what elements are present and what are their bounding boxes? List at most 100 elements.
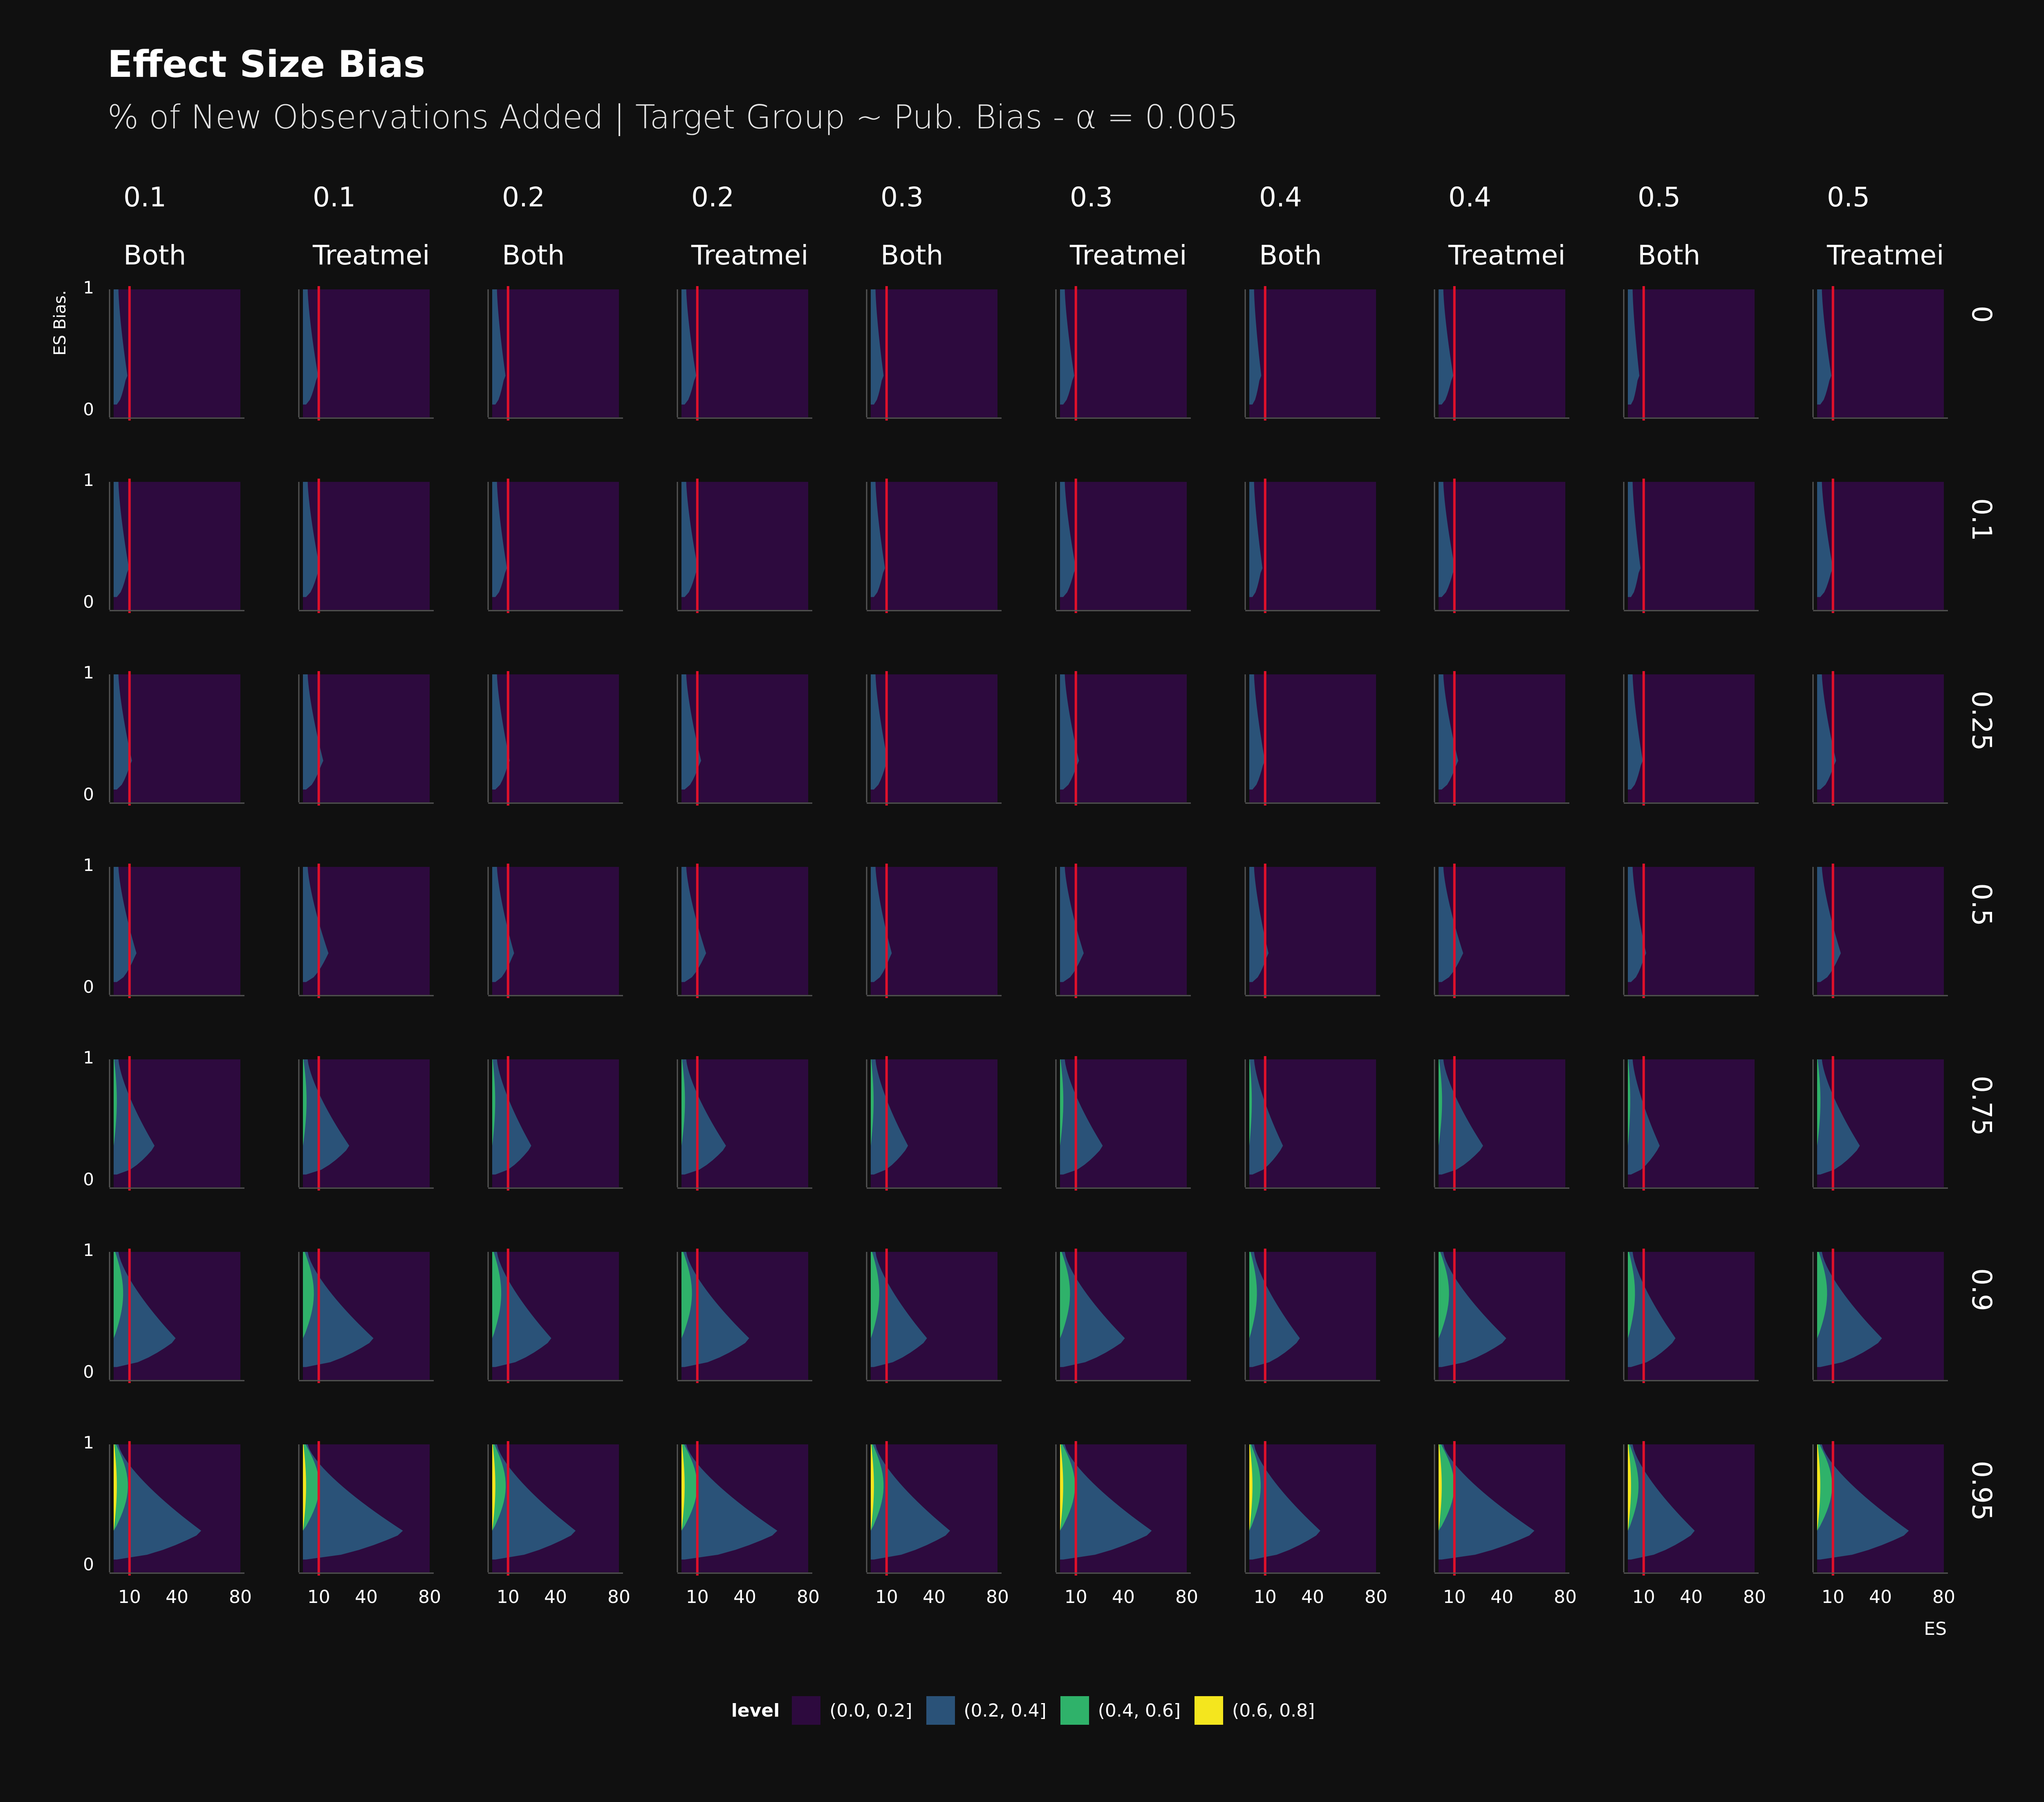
y-tick-label: 1 [83,1048,94,1068]
x-tick-label: 40 [1490,1587,1513,1607]
col-facet-top-label: 0.2 [502,181,545,213]
x-tick-label: 80 [229,1587,252,1607]
col-facet-top-label: 0.4 [1448,181,1491,213]
x-tick-label: 40 [355,1587,378,1607]
panel-background [492,867,619,995]
y-tick-label: 0 [83,1362,94,1382]
y-tick-label: 1 [83,855,94,875]
panel-background [871,674,997,802]
panel-background [1439,867,1565,995]
y-tick-label: 0 [83,399,94,419]
y-tick-label: 1 [83,470,94,490]
panel-background [681,482,808,610]
col-facet-bottom-label: Treatmei [312,240,430,271]
panel-background [681,867,808,995]
y-tick-label: 1 [83,1433,94,1453]
panel-background [492,482,619,610]
legend: level (0.0, 0.2] (0.2, 0.4] (0.4, 0.6] (… [0,1696,2044,1725]
legend-label-level-2: (0.2, 0.4] [964,1700,1047,1721]
legend-swatch-level-4 [1195,1696,1224,1725]
panel-background [871,867,997,995]
panel-background [492,289,619,417]
x-tick-label: 80 [986,1587,1009,1607]
x-tick-label: 10 [686,1587,709,1607]
panel-background [1628,289,1755,417]
x-tick-label: 40 [544,1587,567,1607]
facet-panels: 0.1Both1010101010101010 40 800.1Treatmei10… [83,181,1997,1607]
x-tick-label: 10 [118,1587,141,1607]
col-facet-bottom-label: Treatmei [1827,240,1944,271]
y-tick-label: 0 [83,1554,94,1574]
y-axis-label: ES Bias. [51,290,69,356]
row-facet-label: 0.1 [1966,498,1997,541]
panel-background [1628,674,1755,802]
panel-background [1439,674,1565,802]
x-tick-label: 10 [1254,1587,1277,1607]
col-facet-bottom-label: Both [1259,240,1322,271]
x-tick-label: 80 [1743,1587,1766,1607]
legend-item-level-4: (0.6, 0.8] [1195,1696,1315,1725]
panel-background [492,674,619,802]
x-tick-label: 10 [497,1587,520,1607]
x-tick-label: 40 [733,1587,756,1607]
legend-item-level-1: (0.0, 0.2] [792,1696,912,1725]
x-tick-label: 10 [1822,1587,1845,1607]
legend-label-level-1: (0.0, 0.2] [829,1700,912,1721]
panel-background [1817,482,1944,610]
panel-background [1439,289,1565,417]
col-facet-bottom-label: Both [123,240,186,271]
panel-background [1060,289,1187,417]
legend-item-level-3: (0.4, 0.6] [1060,1696,1181,1725]
panel-background [1817,674,1944,802]
x-tick-label: 80 [1932,1587,1955,1607]
x-tick-label: 10 [1065,1587,1087,1607]
panel-background [1817,289,1944,417]
panel-background [1628,482,1755,610]
row-facet-label: 0.95 [1966,1461,1997,1521]
legend-swatch-level-1 [792,1696,821,1725]
legend-swatch-level-2 [926,1696,955,1725]
y-tick-label: 0 [83,784,94,804]
panel-background [114,289,240,417]
panel-background [681,289,808,417]
col-facet-top-label: 0.1 [123,181,166,213]
col-facet-top-label: 0.5 [1638,181,1681,213]
row-facet-label: 0.25 [1966,691,1997,751]
legend-title: level [731,1700,780,1721]
panel-background [871,482,997,610]
legend-label-level-4: (0.6, 0.8] [1232,1700,1315,1721]
x-tick-label: 10 [307,1587,330,1607]
col-facet-top-label: 0.2 [691,181,734,213]
row-facet-label: 0.5 [1966,883,1997,926]
x-tick-label: 80 [1365,1587,1387,1607]
x-tick-label: 80 [1175,1587,1198,1607]
panel-background [114,482,240,610]
panel-background [1060,482,1187,610]
col-facet-bottom-label: Treatmei [1448,240,1565,271]
col-facet-bottom-label: Both [881,240,943,271]
panel-background [303,289,430,417]
x-tick-label: 80 [797,1587,820,1607]
y-tick-label: 1 [83,278,94,298]
y-tick-label: 1 [83,663,94,683]
x-tick-label: 40 [923,1587,946,1607]
col-facet-top-label: 0.3 [881,181,923,213]
panel-background [1817,867,1944,995]
panel-background [114,674,240,802]
legend-label-level-3: (0.4, 0.6] [1098,1700,1181,1721]
panel-background [1249,289,1376,417]
y-tick-label: 0 [83,1169,94,1189]
legend-swatch-level-3 [1060,1696,1089,1725]
panel-background [114,867,240,995]
panel-background [303,674,430,802]
x-tick-label: 40 [166,1587,188,1607]
panel-background [1249,867,1376,995]
y-tick-label: 1 [83,1240,94,1260]
row-facet-label: 0.9 [1966,1268,1997,1311]
panel-background [871,289,997,417]
y-tick-label: 0 [83,592,94,612]
col-facet-top-label: 0.5 [1827,181,1870,213]
x-tick-label: 40 [1869,1587,1892,1607]
panel-background [1060,867,1187,995]
x-tick-label: 40 [1112,1587,1135,1607]
